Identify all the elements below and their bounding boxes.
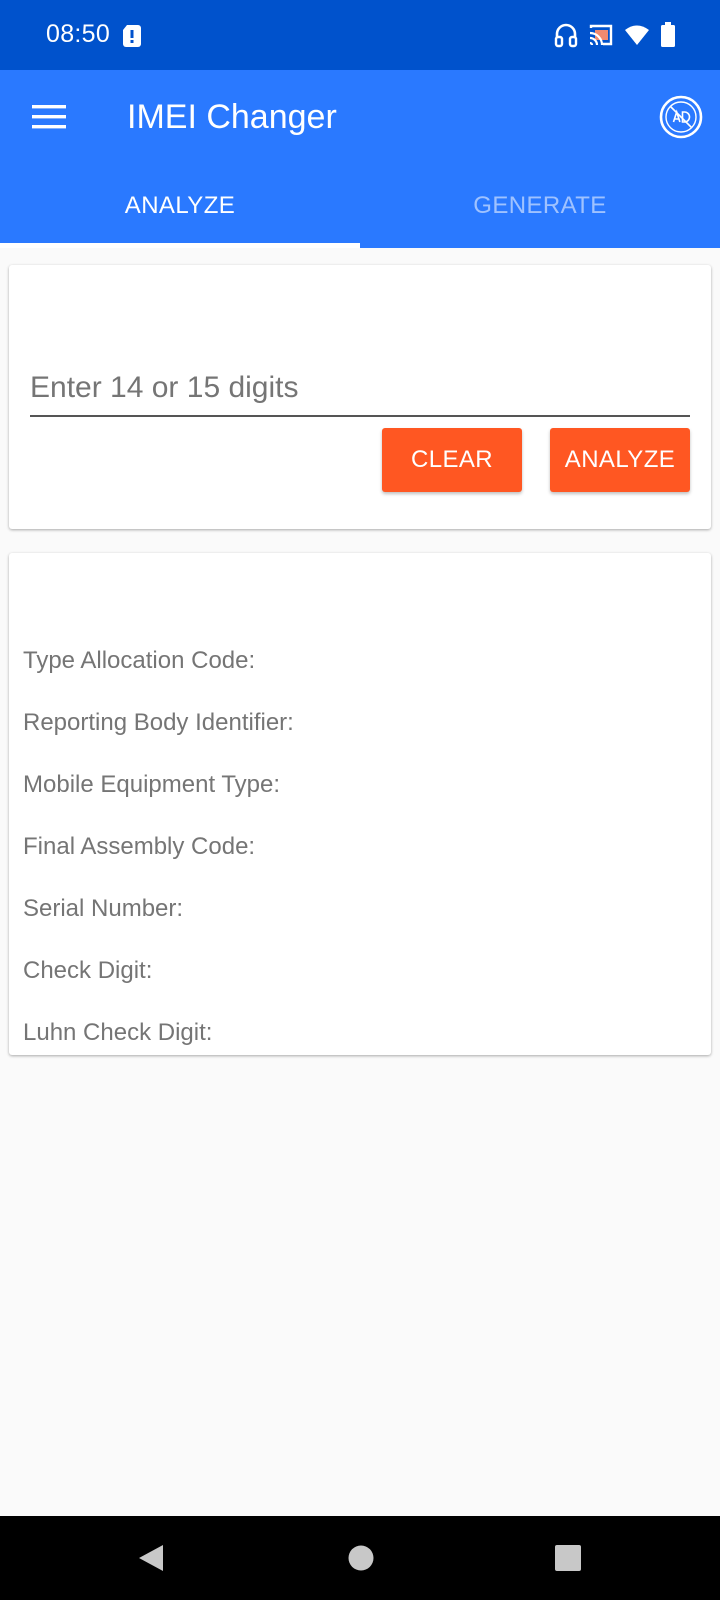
navigation-bar — [0, 1516, 720, 1600]
battery-icon — [661, 22, 675, 47]
home-button[interactable] — [341, 1538, 381, 1578]
back-button[interactable] — [131, 1538, 171, 1578]
status-time: 08:50 — [46, 20, 111, 48]
menu-button[interactable] — [24, 92, 74, 142]
sim-alert-icon — [123, 25, 141, 47]
headphones-icon — [554, 23, 578, 48]
tab-analyze-label: ANALYZE — [124, 192, 236, 219]
reporting-body-identifier-label: Reporting Body Identifier: — [23, 709, 294, 736]
result-card: Type Allocation Code: Reporting Body Ide… — [9, 553, 711, 1055]
mobile-equipment-type-label: Mobile Equipment Type: — [23, 771, 281, 798]
home-icon — [348, 1545, 374, 1571]
luhn-check-digit-label: Luhn Check Digit: — [23, 1019, 213, 1046]
check-digit-label: Check Digit: — [23, 957, 153, 984]
recents-button[interactable] — [548, 1538, 588, 1578]
app-title: IMEI Changer — [127, 98, 337, 136]
tab-generate[interactable]: GENERATE — [360, 164, 720, 248]
tab-indicator — [0, 243, 360, 248]
recents-icon — [555, 1545, 581, 1571]
input-card: CLEAR ANALYZE — [9, 265, 711, 529]
back-icon — [139, 1545, 163, 1571]
tab-generate-label: GENERATE — [473, 192, 607, 219]
no-ads-button[interactable] — [658, 94, 704, 140]
tab-bar: ANALYZE GENERATE — [0, 164, 720, 248]
wifi-icon — [625, 25, 649, 45]
status-icons — [554, 20, 676, 50]
analyze-button[interactable]: ANALYZE — [550, 428, 690, 492]
type-allocation-code-label: Type Allocation Code: — [23, 647, 256, 674]
clear-button[interactable]: CLEAR — [382, 428, 522, 492]
serial-number-label: Serial Number: — [23, 895, 184, 922]
imei-input[interactable] — [30, 365, 690, 417]
app-bar: IMEI Changer ANALYZE GENERATE — [0, 70, 720, 248]
cast-icon — [589, 24, 613, 46]
final-assembly-code-label: Final Assembly Code: — [23, 833, 256, 860]
status-bar: 08:50 — [0, 0, 720, 70]
tab-analyze[interactable]: ANALYZE — [0, 164, 360, 248]
hamburger-menu-icon — [32, 105, 66, 129]
no-ads-icon — [659, 95, 703, 139]
